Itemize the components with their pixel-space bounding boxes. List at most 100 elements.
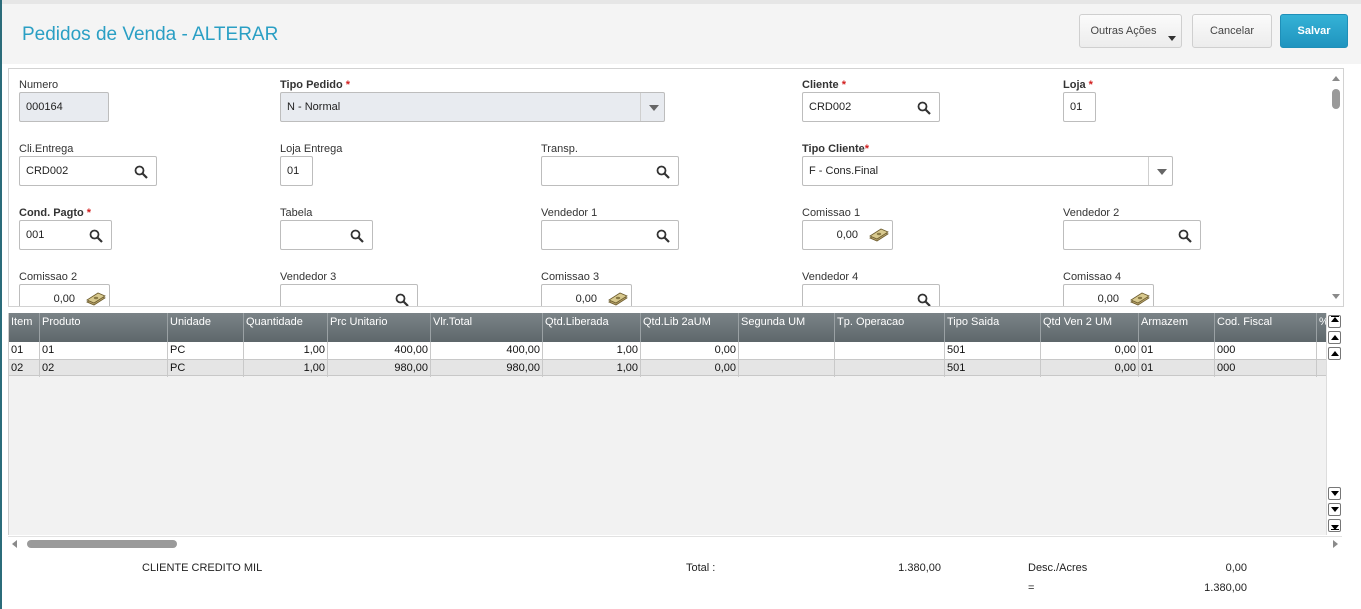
comissao1-field[interactable]: 0,00 xyxy=(802,220,893,250)
column-header[interactable]: Vlr.Total xyxy=(431,313,543,342)
table-cell[interactable]: PC xyxy=(168,360,244,377)
vendedor2-field[interactable] xyxy=(1063,220,1201,250)
comissao2-field[interactable]: 0,00 xyxy=(19,284,110,307)
table-cell[interactable]: 0,00 xyxy=(1041,342,1139,359)
comissao3-field[interactable]: 0,00 xyxy=(541,284,632,307)
cliente-field[interactable]: CRD002 xyxy=(802,92,940,122)
magnifier-icon[interactable] xyxy=(134,165,148,179)
magnifier-icon[interactable] xyxy=(350,229,364,243)
comissao4-field[interactable]: 0,00 xyxy=(1063,284,1154,307)
table-cell[interactable]: 02 xyxy=(40,360,168,377)
table-cell[interactable] xyxy=(1317,360,1326,377)
transp-field[interactable] xyxy=(541,156,679,186)
table-cell[interactable]: 000 xyxy=(1215,342,1317,359)
table-cell[interactable]: 0,00 xyxy=(641,360,739,377)
scroll-to-bottom-icon[interactable] xyxy=(1328,519,1341,532)
table-cell[interactable]: 0,00 xyxy=(1041,360,1139,377)
column-header[interactable]: % xyxy=(1317,313,1326,342)
column-header[interactable]: Prc Unitario xyxy=(328,313,431,342)
tipo-cliente-select[interactable]: F - Cons.Final xyxy=(802,156,1173,186)
form-scrollbar[interactable] xyxy=(1329,69,1343,306)
page-up-icon[interactable] xyxy=(1328,331,1341,344)
column-header[interactable]: Qtd.Liberada xyxy=(543,313,641,342)
money-icon[interactable] xyxy=(86,292,106,307)
column-header[interactable]: Qtd Ven 2 UM xyxy=(1041,313,1139,342)
equals-label: = xyxy=(1028,582,1035,594)
money-icon[interactable] xyxy=(1130,292,1150,307)
table-cell[interactable]: 1,00 xyxy=(244,360,328,377)
scroll-up-icon[interactable] xyxy=(1328,347,1341,360)
column-header[interactable]: Qtd.Lib 2aUM xyxy=(641,313,739,342)
money-icon[interactable] xyxy=(608,292,628,307)
cond-pagto-field[interactable]: 001 xyxy=(19,220,112,250)
table-cell[interactable]: 980,00 xyxy=(431,360,543,377)
cli-entrega-field[interactable]: CRD002 xyxy=(19,156,157,186)
column-header[interactable]: Quantidade xyxy=(244,313,328,342)
vendedor4-field[interactable] xyxy=(802,284,940,307)
chevron-down-icon[interactable] xyxy=(640,93,664,121)
save-button[interactable]: Salvar xyxy=(1280,14,1348,48)
table-cell[interactable]: 501 xyxy=(945,342,1041,359)
vendedor3-field[interactable] xyxy=(280,284,418,307)
table-cell[interactable]: 501 xyxy=(945,360,1041,377)
scrollbar-thumb[interactable] xyxy=(27,540,177,548)
money-icon[interactable] xyxy=(869,228,889,243)
table-cell[interactable]: 01 xyxy=(1139,360,1215,377)
page-down-icon[interactable] xyxy=(1328,503,1341,516)
scroll-up-icon[interactable] xyxy=(1332,76,1340,81)
scroll-left-icon[interactable] xyxy=(12,540,17,548)
table-cell[interactable]: 01 xyxy=(40,342,168,359)
magnifier-icon[interactable] xyxy=(656,165,670,179)
magnifier-icon[interactable] xyxy=(917,101,931,115)
table-cell[interactable]: PC xyxy=(168,342,244,359)
column-header[interactable]: Unidade xyxy=(168,313,244,342)
grid-horizontal-scrollbar[interactable] xyxy=(8,536,1342,550)
table-cell[interactable]: 1,00 xyxy=(543,342,641,359)
table-cell[interactable]: 1,00 xyxy=(543,360,641,377)
column-header[interactable]: Segunda UM xyxy=(739,313,835,342)
table-cell[interactable] xyxy=(739,360,835,377)
column-header[interactable]: Tp. Operacao xyxy=(835,313,945,342)
table-cell[interactable] xyxy=(739,342,835,359)
magnifier-icon[interactable] xyxy=(656,229,670,243)
table-cell[interactable]: 1,00 xyxy=(244,342,328,359)
cliente-nome: CLIENTE CREDITO MIL xyxy=(142,562,263,574)
scroll-to-top-icon[interactable] xyxy=(1328,315,1341,328)
table-cell[interactable] xyxy=(1317,342,1326,359)
magnifier-icon[interactable] xyxy=(395,293,409,307)
table-cell[interactable]: 400,00 xyxy=(431,342,543,359)
column-header[interactable]: Item xyxy=(9,313,40,342)
table-cell[interactable]: 0,00 xyxy=(641,342,739,359)
loja-field[interactable]: 01 xyxy=(1063,92,1096,122)
magnifier-icon[interactable] xyxy=(1178,229,1192,243)
table-row[interactable]: 02 02 PC 1,00 980,00 980,00 1,00 0,00 50… xyxy=(9,359,1326,377)
tipo-pedido-select[interactable]: N - Normal xyxy=(280,92,665,122)
table-row[interactable]: 01 01 PC 1,00 400,00 400,00 1,00 0,00 50… xyxy=(9,342,1326,359)
table-cell[interactable]: 01 xyxy=(1139,342,1215,359)
scroll-down-icon[interactable] xyxy=(1332,294,1340,299)
magnifier-icon[interactable] xyxy=(89,229,103,243)
scrollbar-thumb[interactable] xyxy=(1332,89,1340,109)
grid-header: Item Produto Unidade Quantidade Prc Unit… xyxy=(9,313,1326,342)
magnifier-icon[interactable] xyxy=(917,293,931,307)
scroll-right-icon[interactable] xyxy=(1333,540,1338,548)
column-header[interactable]: Cod. Fiscal xyxy=(1215,313,1317,342)
table-cell[interactable] xyxy=(835,360,945,377)
table-cell[interactable]: 400,00 xyxy=(328,342,431,359)
outras-acoes-button[interactable]: Outras Ações xyxy=(1079,14,1182,48)
chevron-down-icon[interactable] xyxy=(1148,157,1172,185)
cancel-button[interactable]: Cancelar xyxy=(1192,14,1272,48)
column-header[interactable]: Armazem xyxy=(1139,313,1215,342)
scroll-down-icon[interactable] xyxy=(1328,487,1341,500)
table-cell[interactable] xyxy=(835,342,945,359)
column-header[interactable]: Tipo Saida xyxy=(945,313,1041,342)
column-header[interactable]: Produto xyxy=(40,313,168,342)
numero-field[interactable]: 000164 xyxy=(19,92,109,122)
table-cell[interactable]: 01 xyxy=(9,342,40,359)
loja-entrega-field[interactable]: 01 xyxy=(280,156,313,186)
table-cell[interactable]: 980,00 xyxy=(328,360,431,377)
table-cell[interactable]: 02 xyxy=(9,360,40,377)
vendedor1-field[interactable] xyxy=(541,220,679,250)
tabela-field[interactable] xyxy=(280,220,373,250)
table-cell[interactable]: 000 xyxy=(1215,360,1317,377)
